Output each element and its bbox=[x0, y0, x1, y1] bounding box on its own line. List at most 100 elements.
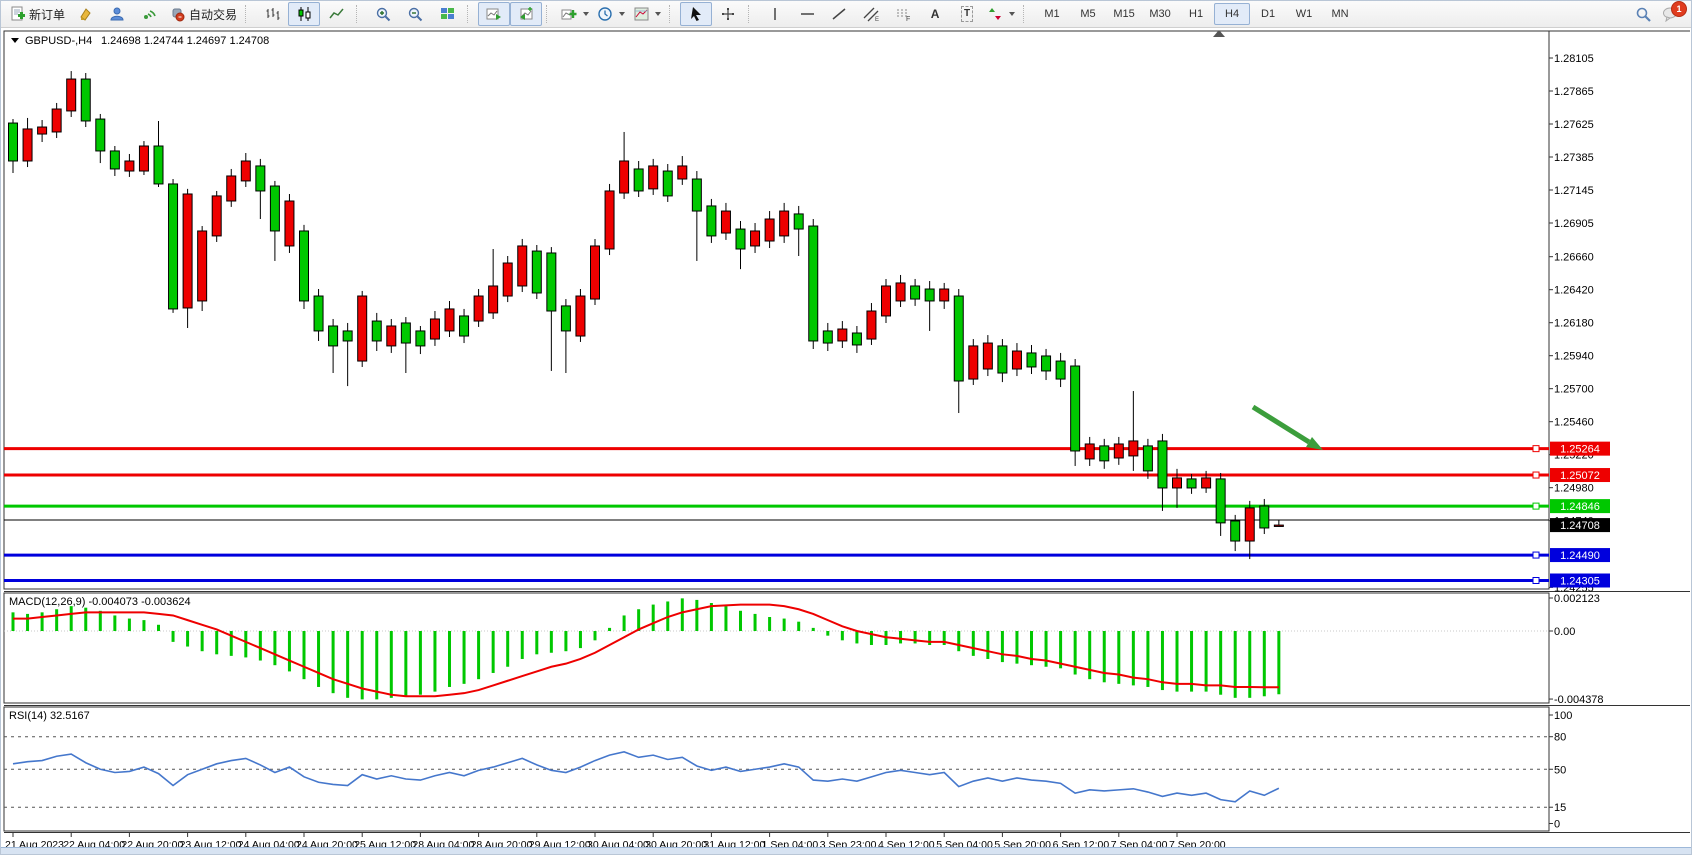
bar-chart-button[interactable] bbox=[256, 2, 288, 26]
macd-histogram-bar bbox=[754, 614, 757, 631]
arrows-tool-button[interactable] bbox=[983, 2, 1019, 26]
vertical-line-icon bbox=[767, 6, 784, 22]
auto-scroll-button[interactable] bbox=[478, 2, 510, 26]
timeframe-d1-button[interactable]: D1 bbox=[1250, 3, 1286, 25]
price-axis-label: 1.28105 bbox=[1554, 53, 1594, 65]
line-chart-button[interactable] bbox=[320, 2, 352, 26]
community-button[interactable] bbox=[101, 2, 133, 26]
candlestick bbox=[358, 296, 367, 361]
macd-histogram-bar bbox=[1015, 631, 1018, 664]
autotrading-button[interactable]: 自动交易 bbox=[165, 2, 241, 26]
current-price-label: 1.24708 bbox=[1560, 520, 1600, 532]
zoom-in-icon bbox=[375, 6, 392, 22]
fibonacci-icon: F bbox=[895, 6, 912, 22]
candlestick bbox=[460, 316, 469, 336]
candlestick bbox=[983, 343, 992, 369]
candlestick bbox=[561, 306, 570, 331]
price-axis-label: 1.26905 bbox=[1554, 218, 1594, 230]
timeframe-h1-button[interactable]: H1 bbox=[1178, 3, 1214, 25]
metaeditor-button[interactable] bbox=[69, 2, 101, 26]
candlestick bbox=[198, 231, 207, 301]
channel-tool-button[interactable]: E bbox=[855, 2, 887, 26]
candlestick bbox=[940, 289, 949, 301]
chart-shift-button[interactable] bbox=[510, 2, 542, 26]
candlestick bbox=[547, 253, 556, 311]
candlestick bbox=[139, 146, 148, 171]
label-tool-button[interactable]: T bbox=[951, 2, 983, 26]
candlestick bbox=[67, 79, 76, 111]
price-line-badge-label: 1.24490 bbox=[1560, 550, 1600, 562]
crosshair-button[interactable] bbox=[712, 2, 744, 26]
chart-ohlc-values: 1.24698 1.24744 1.24697 1.24708 bbox=[101, 35, 269, 47]
line-handle[interactable] bbox=[1533, 552, 1539, 558]
candlestick bbox=[823, 331, 832, 343]
chart-canvas[interactable]: 1.281051.278651.276251.273851.271451.269… bbox=[1, 28, 1692, 855]
horizontal-line-tool-button[interactable] bbox=[791, 2, 823, 26]
toolbar: 新订单 自动交易 bbox=[1, 1, 1692, 28]
candlestick bbox=[1216, 479, 1225, 523]
search-icon[interactable] bbox=[1635, 6, 1652, 22]
fibonacci-tool-button[interactable]: F bbox=[887, 2, 919, 26]
timeframe-m30-button[interactable]: M30 bbox=[1142, 3, 1178, 25]
indicators-button[interactable] bbox=[557, 2, 593, 26]
price-axis-label: 1.26660 bbox=[1554, 252, 1594, 264]
line-handle[interactable] bbox=[1533, 578, 1539, 584]
candlestick-chart-button[interactable] bbox=[288, 2, 320, 26]
macd-histogram-bar bbox=[550, 631, 553, 653]
macd-histogram-bar bbox=[1176, 631, 1179, 692]
candlestick bbox=[911, 286, 920, 299]
candlestick bbox=[387, 326, 396, 346]
timeframe-m15-button[interactable]: M15 bbox=[1106, 3, 1142, 25]
timeframe-mn-button[interactable]: MN bbox=[1322, 3, 1358, 25]
macd-histogram-bar bbox=[986, 631, 989, 659]
macd-histogram-bar bbox=[841, 631, 844, 640]
templates-button[interactable] bbox=[629, 2, 665, 26]
macd-histogram-bar bbox=[914, 631, 917, 643]
line-handle[interactable] bbox=[1533, 503, 1539, 509]
macd-histogram-bar bbox=[244, 631, 247, 657]
periods-button[interactable] bbox=[593, 2, 629, 26]
line-handle[interactable] bbox=[1533, 446, 1539, 452]
macd-histogram-bar bbox=[12, 612, 15, 631]
cursor-button[interactable] bbox=[680, 2, 712, 26]
new-order-button[interactable]: 新订单 bbox=[5, 2, 69, 26]
candlestick bbox=[1274, 525, 1283, 526]
candlestick bbox=[110, 151, 119, 169]
macd-histogram-bar bbox=[768, 617, 771, 631]
timeframe-m1-button[interactable]: M1 bbox=[1034, 3, 1070, 25]
bar-chart-icon bbox=[264, 6, 281, 22]
candlestick bbox=[212, 196, 221, 236]
price-axis-label: 1.26180 bbox=[1554, 318, 1594, 330]
line-handle[interactable] bbox=[1533, 472, 1539, 478]
candlestick bbox=[227, 176, 236, 201]
notifications-button[interactable]: 1 bbox=[1662, 6, 1679, 22]
text-tool-button[interactable]: A bbox=[919, 2, 951, 26]
macd-panel[interactable] bbox=[4, 593, 1549, 703]
timeframe-m5-button[interactable]: M5 bbox=[1070, 3, 1106, 25]
zoom-in-button[interactable] bbox=[367, 2, 399, 26]
rsi-axis-label: 100 bbox=[1554, 710, 1572, 722]
tile-windows-button[interactable] bbox=[431, 2, 463, 26]
candlestick bbox=[518, 246, 527, 286]
macd-histogram-bar bbox=[55, 609, 58, 631]
crosshair-icon bbox=[720, 6, 737, 22]
chart-symbol-title: GBPUSD-,H4 bbox=[25, 35, 92, 47]
candlestick bbox=[1187, 479, 1196, 488]
candlestick bbox=[125, 161, 134, 171]
rsi-axis-label: 80 bbox=[1554, 732, 1566, 744]
candlestick bbox=[1114, 444, 1123, 458]
vertical-line-tool-button[interactable] bbox=[759, 2, 791, 26]
macd-histogram-bar bbox=[273, 631, 276, 665]
candlestick bbox=[183, 194, 192, 308]
trendline-tool-button[interactable] bbox=[823, 2, 855, 26]
zoom-out-button[interactable] bbox=[399, 2, 431, 26]
timeframe-w1-button[interactable]: W1 bbox=[1286, 3, 1322, 25]
candlestick bbox=[1202, 478, 1211, 488]
signals-button[interactable] bbox=[133, 2, 165, 26]
svg-text:E: E bbox=[875, 17, 879, 22]
mt4-window: 新订单 自动交易 bbox=[0, 0, 1692, 855]
toolbar-separator bbox=[245, 5, 252, 23]
timeframe-h4-button[interactable]: H4 bbox=[1214, 3, 1250, 25]
macd-histogram-bar bbox=[288, 631, 291, 671]
chart-window: 1.281051.278651.276251.273851.271451.269… bbox=[1, 28, 1692, 855]
